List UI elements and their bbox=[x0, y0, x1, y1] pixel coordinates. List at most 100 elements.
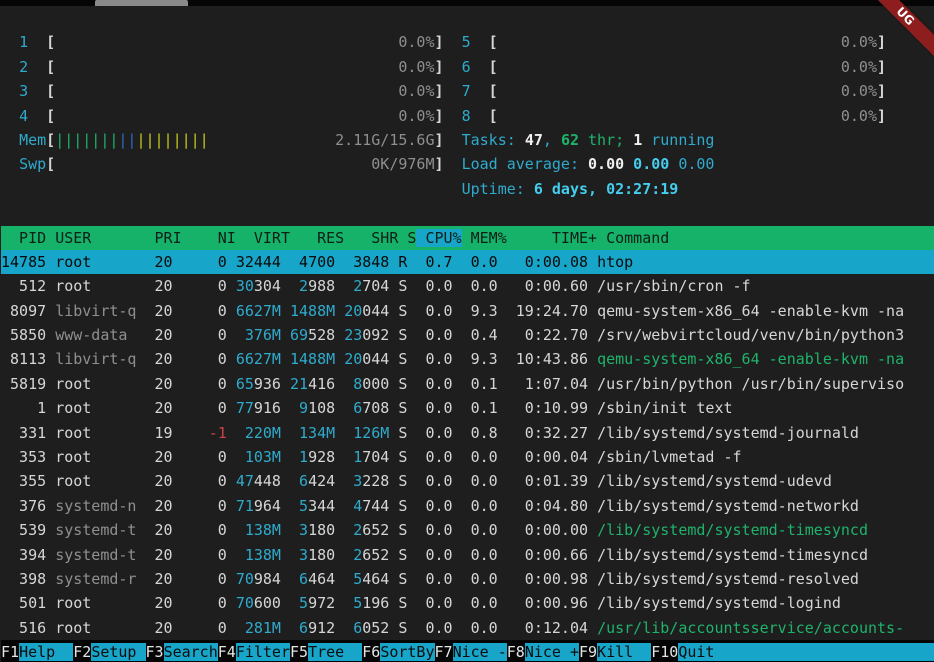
tasks-summary-part-6: running bbox=[642, 131, 714, 149]
process-row-pid-5850[interactable]: 5850 www-data 20 0 376M 69528 23092 S 0.… bbox=[1, 323, 934, 347]
fkey-action-kill[interactable]: Kill bbox=[597, 643, 651, 661]
process-row-pid-539[interactable]: 539 systemd-t 20 0 138M 3180 2652 S 0.0 … bbox=[1, 518, 934, 542]
load-average-part-1: 0.00 bbox=[588, 155, 624, 173]
cell-time: 1:07.04 bbox=[507, 375, 588, 393]
fkey-label-f1[interactable]: F1 bbox=[1, 643, 19, 661]
fkey-action-filter[interactable]: Filter bbox=[236, 643, 290, 661]
column-header-pri[interactable]: PRI bbox=[146, 229, 182, 247]
fkey-label-f10[interactable]: F10 bbox=[651, 643, 678, 661]
cell-res-prefix: 6 bbox=[299, 570, 308, 588]
fkey-action-help[interactable]: Help bbox=[19, 643, 73, 661]
process-row-pid-8113[interactable]: 8113 libvirt-q 20 0 6627M 1488M 20044 S … bbox=[1, 347, 934, 371]
cell-time: 0:00.98 bbox=[507, 570, 588, 588]
process-row-pid-512[interactable]: 512 root 20 0 30304 2988 2704 S 0.0 0.0 … bbox=[1, 274, 934, 298]
cell-shr: 652 bbox=[362, 546, 389, 564]
fkey-label-f7[interactable]: F7 bbox=[435, 643, 453, 661]
process-row-pid-353[interactable]: 353 root 20 0 103M 1928 1704 S 0.0 0.0 0… bbox=[1, 445, 934, 469]
cell-virt: 103M bbox=[245, 448, 281, 466]
cell-virt: 448 bbox=[254, 472, 281, 490]
process-row-pid-5819[interactable]: 5819 root 20 0 65936 21416 8000 S 0.0 0.… bbox=[1, 372, 934, 396]
load-average-part-0: Load average: bbox=[462, 155, 588, 173]
cpu-meter-value-7: 0.0% bbox=[841, 82, 877, 100]
process-row-pid-8097[interactable]: 8097 libvirt-q 20 0 6627M 1488M 20044 S … bbox=[1, 299, 934, 323]
cpu-meter-row-3: 3 [ 0.0%] 7 [ 0.0%] bbox=[1, 79, 934, 103]
cell-mem: 0.8 bbox=[462, 424, 498, 442]
cell-pri: 20 bbox=[136, 277, 172, 295]
cell-mem: 0.0 bbox=[462, 277, 498, 295]
cell-res: 416 bbox=[308, 375, 335, 393]
cell-virt: 600 bbox=[254, 594, 281, 612]
meter-open-bracket: [ bbox=[46, 58, 55, 76]
fkey-action-sortby[interactable]: SortBy bbox=[380, 643, 434, 661]
cell-command: /sbin/lvmetad -f bbox=[597, 448, 742, 466]
column-header-command[interactable]: Command bbox=[606, 229, 669, 247]
cell-res: 464 bbox=[308, 570, 335, 588]
cell-ni: 0 bbox=[182, 277, 227, 295]
cell-virt: 444 bbox=[254, 253, 281, 271]
column-header-pid[interactable]: PID bbox=[1, 229, 46, 247]
cell-res-prefix: 2 bbox=[299, 277, 308, 295]
cpu-meter-value-4: 0.0% bbox=[398, 107, 434, 125]
fkey-action-search[interactable]: Search bbox=[164, 643, 218, 661]
fkey-label-f8[interactable]: F8 bbox=[507, 643, 525, 661]
process-row-pid-398[interactable]: 398 systemd-r 20 0 70984 6464 5464 S 0.0… bbox=[1, 567, 934, 591]
cell-pri: 20 bbox=[136, 375, 172, 393]
blank-line bbox=[1, 6, 934, 30]
column-header-time[interactable]: TIME+ bbox=[516, 229, 597, 247]
cell-cpu: 0.0 bbox=[416, 399, 452, 417]
process-row-pid-1[interactable]: 1 root 20 0 77916 9108 6708 S 0.0 0.1 0:… bbox=[1, 396, 934, 420]
cell-command: /usr/sbin/cron -f bbox=[597, 277, 751, 295]
column-header-virt[interactable]: VIRT bbox=[245, 229, 290, 247]
process-row-pid-501[interactable]: 501 root 20 0 70600 5972 5196 S 0.0 0.0 … bbox=[1, 591, 934, 615]
fkey-label-f9[interactable]: F9 bbox=[579, 643, 597, 661]
cell-command: htop bbox=[597, 253, 633, 271]
process-row-pid-14785[interactable]: 14785 root 20 0 32444 4700 3848 R 0.7 0.… bbox=[1, 250, 934, 274]
cell-shr-prefix: 20 bbox=[344, 350, 362, 368]
cell-shr: 196 bbox=[362, 594, 389, 612]
cell-res-prefix: 3 bbox=[299, 546, 308, 564]
column-header-ni[interactable]: NI bbox=[191, 229, 236, 247]
cell-shr-prefix: 5 bbox=[353, 570, 362, 588]
column-header-cpu-sorted[interactable]: CPU% bbox=[416, 229, 461, 247]
column-header-shr[interactable]: SHR bbox=[353, 229, 398, 247]
cell-pri: 19 bbox=[136, 424, 172, 442]
cell-shr: 052 bbox=[362, 619, 389, 637]
cell-shr-prefix: 3 bbox=[353, 472, 362, 490]
fkey-action-nice-[interactable]: Nice + bbox=[525, 643, 579, 661]
cell-mem: 9.3 bbox=[462, 350, 498, 368]
cell-user: libvirt-q bbox=[55, 302, 136, 320]
process-row-pid-355[interactable]: 355 root 20 0 47448 6424 3228 S 0.0 0.0 … bbox=[1, 469, 934, 493]
process-row-pid-331[interactable]: 331 root 19 -1 220M 134M 126M S 0.0 0.8 … bbox=[1, 421, 934, 445]
fkey-label-f4[interactable]: F4 bbox=[218, 643, 236, 661]
column-header-res[interactable]: RES bbox=[299, 229, 344, 247]
cell-mem: 0.0 bbox=[462, 448, 498, 466]
cell-shr: 652 bbox=[362, 521, 389, 539]
process-row-pid-394[interactable]: 394 systemd-t 20 0 138M 3180 2652 S 0.0 … bbox=[1, 543, 934, 567]
cell-shr: 092 bbox=[362, 326, 389, 344]
fkey-label-f2[interactable]: F2 bbox=[73, 643, 91, 661]
cpu-id-4: 4 bbox=[19, 107, 28, 125]
swap-meter-row: Swp[ 0K/976M] Load average: 0.00 0.00 0.… bbox=[1, 152, 934, 176]
process-row-pid-516[interactable]: 516 root 20 0 281M 6912 6052 S 0.0 0.0 0… bbox=[1, 616, 934, 640]
cell-shr: 044 bbox=[362, 350, 389, 368]
fkey-label-f6[interactable]: F6 bbox=[362, 643, 380, 661]
fkey-label-f5[interactable]: F5 bbox=[290, 643, 308, 661]
cell-cpu: 0.0 bbox=[416, 570, 452, 588]
cpu-meter-value-3: 0.0% bbox=[398, 82, 434, 100]
cell-user: root bbox=[55, 253, 136, 271]
cell-res: 988 bbox=[308, 277, 335, 295]
column-header-mem[interactable]: MEM% bbox=[471, 229, 507, 247]
fkey-action-nice-[interactable]: Nice - bbox=[453, 643, 507, 661]
meter-close-bracket: ] bbox=[434, 155, 443, 173]
process-row-pid-376[interactable]: 376 systemd-n 20 0 71964 5344 4744 S 0.0… bbox=[1, 494, 934, 518]
cell-res-prefix: 3 bbox=[299, 521, 308, 539]
cell-time: 0:00.96 bbox=[507, 594, 588, 612]
cell-pri: 20 bbox=[136, 302, 172, 320]
fkey-label-f3[interactable]: F3 bbox=[146, 643, 164, 661]
cell-pri: 20 bbox=[136, 497, 172, 515]
fkey-action-tree[interactable]: Tree bbox=[308, 643, 362, 661]
fkey-action-quit[interactable]: Quit bbox=[678, 643, 934, 661]
cell-virt: 6627M bbox=[236, 350, 281, 368]
fkey-action-setup[interactable]: Setup bbox=[91, 643, 145, 661]
column-header-user[interactable]: USER bbox=[55, 229, 136, 247]
